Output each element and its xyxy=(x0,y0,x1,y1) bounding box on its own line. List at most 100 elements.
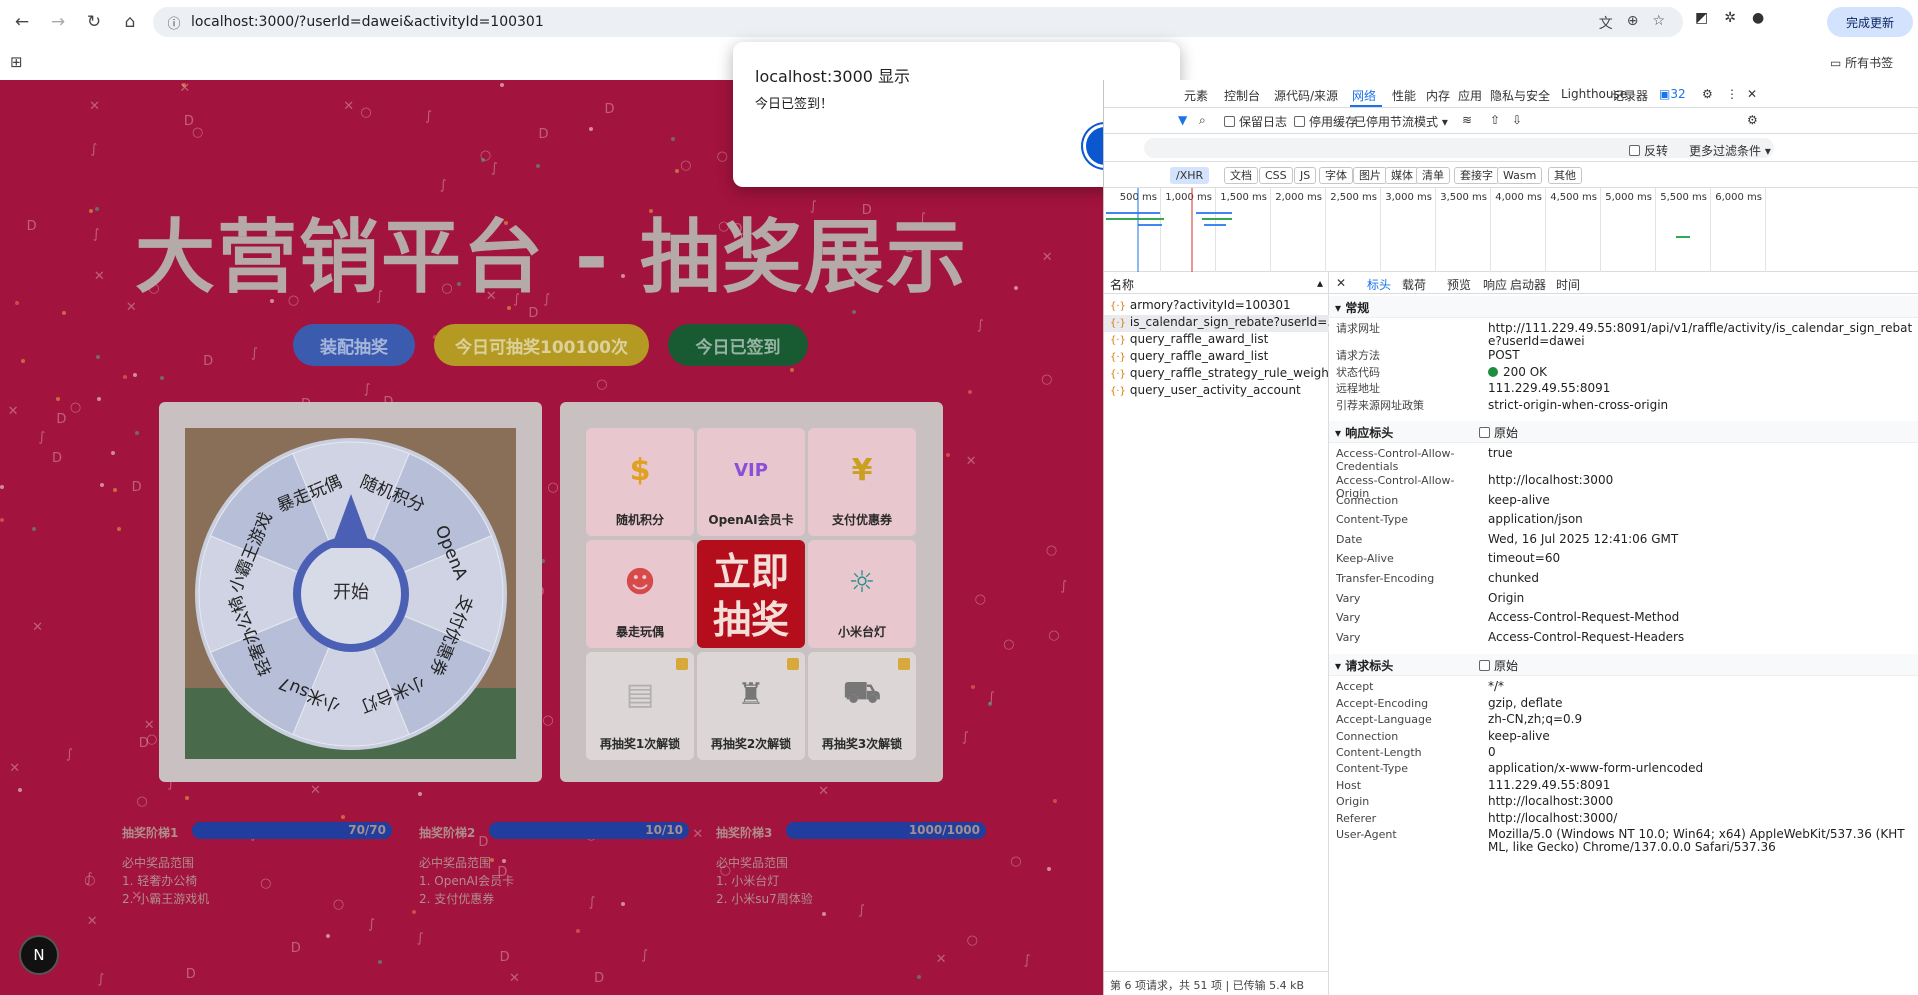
pattern-glyph: D xyxy=(185,967,196,983)
name-column-header[interactable]: 名称 ▴ xyxy=(1104,272,1329,294)
filter-funnel-icon[interactable]: ▼ xyxy=(1178,113,1187,127)
filter-input[interactable] xyxy=(1144,138,1774,158)
devtools-tab[interactable]: 元素 xyxy=(1184,87,1208,104)
header-section[interactable]: ▾ 响应标头 原始 xyxy=(1329,421,1918,443)
type-filter-chip[interactable]: 图片 xyxy=(1353,167,1387,184)
bookmark-star-icon[interactable]: ☆ xyxy=(1652,13,1665,33)
type-filter-chip[interactable]: 其他 xyxy=(1548,167,1582,184)
request-row[interactable]: {·} armory?activityId=100301 xyxy=(1104,298,1329,315)
lock-icon xyxy=(898,658,910,670)
wheel-start-button[interactable]: 开始 xyxy=(316,578,386,608)
detail-tab[interactable]: 响应 xyxy=(1483,276,1507,293)
grid-prize-cell[interactable]: VIP OpenAI会员卡 xyxy=(697,428,805,536)
detail-tab[interactable]: 载荷 xyxy=(1402,276,1426,293)
request-row[interactable]: {·} query_user_activity_account xyxy=(1104,383,1329,400)
type-filter-chip[interactable]: /XHR xyxy=(1170,167,1210,184)
xhr-icon: {·} xyxy=(1110,352,1126,363)
type-filter-chip[interactable]: Wasm xyxy=(1497,167,1543,184)
pattern-dot xyxy=(821,912,826,917)
type-filter-chip[interactable]: CSS xyxy=(1259,167,1293,184)
wifi-icon[interactable]: ≋ xyxy=(1462,113,1472,127)
site-info-icon[interactable]: ⓘ xyxy=(163,7,185,37)
home-icon[interactable]: ⌂ xyxy=(116,8,144,36)
forward-icon[interactable]: → xyxy=(44,8,72,36)
all-bookmarks-button[interactable]: ▭ 所有书签 xyxy=(1830,54,1893,71)
profile-avatar-icon[interactable]: ● xyxy=(1752,10,1764,26)
grid-prize-cell[interactable]: ☻ 暴走玩偶 xyxy=(586,540,694,648)
header-section[interactable]: ▾ 请求标头 原始 xyxy=(1329,654,1918,677)
header-section[interactable]: ▾ 常规 xyxy=(1329,296,1918,318)
disable-cache-checkbox[interactable]: 停用缓存 xyxy=(1294,113,1357,130)
nextjs-dev-badge[interactable]: N xyxy=(19,935,59,975)
raw-checkbox[interactable]: 原始 xyxy=(1479,424,1518,441)
download-icon[interactable]: ⇩ xyxy=(1512,113,1522,127)
request-row[interactable]: {·} query_raffle_award_list xyxy=(1104,349,1329,366)
devtools-tab[interactable]: 网络 xyxy=(1352,87,1376,104)
invert-checkbox[interactable]: 反转 xyxy=(1629,142,1668,159)
url-text[interactable]: localhost:3000/?userId=dawei&activityId=… xyxy=(191,14,544,30)
draw-now-button[interactable]: 立即抽奖 xyxy=(697,540,805,648)
more-menu-icon[interactable]: ⋮ xyxy=(1726,87,1738,101)
detail-tab[interactable]: 启动器 xyxy=(1510,276,1546,293)
devtools-tab[interactable]: 源代码/来源 xyxy=(1274,87,1338,104)
devtools-tab[interactable]: 记录器 xyxy=(1612,87,1648,104)
grid-prize-cell[interactable]: ▤ 再抽奖1次解锁 xyxy=(586,652,694,760)
draw-count-button[interactable]: 今日可抽奖100100次 xyxy=(434,324,649,366)
pattern-glyph: ✕ xyxy=(7,403,19,419)
pattern-glyph: ∫ xyxy=(90,141,98,157)
close-detail-icon[interactable]: ✕ xyxy=(1336,276,1346,290)
detail-tab[interactable]: 预览 xyxy=(1447,276,1471,293)
devtools-tab[interactable]: 性能 xyxy=(1392,87,1416,104)
network-overview-timeline[interactable]: 500 ms 1,000 ms 1,500 ms 2,000 ms 2,500 ms 3,… xyxy=(1104,188,1918,272)
pattern-dot xyxy=(790,367,795,372)
back-icon[interactable]: ← xyxy=(8,8,36,36)
type-filter-chip[interactable]: JS xyxy=(1294,167,1317,184)
request-row[interactable]: {·} query_raffle_strategy_rule_weight xyxy=(1104,366,1329,383)
armory-button[interactable]: 装配抽奖 xyxy=(293,324,415,366)
upload-icon[interactable]: ⇧ xyxy=(1490,113,1500,127)
grid-prize-cell[interactable]: ⛟ 再抽奖3次解锁 xyxy=(808,652,916,760)
more-filters-dropdown[interactable]: 更多过滤条件 ▾ xyxy=(1689,142,1771,159)
pattern-glyph: ∫ xyxy=(1023,952,1031,968)
address-bar[interactable]: ⓘ localhost:3000/?userId=dawei&activityI… xyxy=(153,7,1683,37)
request-row[interactable]: {·} is_calendar_sign_rebate?userId=... xyxy=(1104,315,1329,332)
devtools-tab[interactable]: 内存 xyxy=(1426,87,1450,104)
grid-prize-cell[interactable]: $ 随机积分 xyxy=(586,428,694,536)
search-icon[interactable]: ⌕ xyxy=(1199,113,1206,128)
translate-icon[interactable]: 文 xyxy=(1599,13,1613,33)
type-filter-chip[interactable]: 字体 xyxy=(1319,167,1353,184)
devtools-tab[interactable]: 隐私与安全 xyxy=(1490,87,1550,104)
type-filter-chip[interactable]: 媒体 xyxy=(1385,167,1419,184)
zoom-icon[interactable]: ⊕ xyxy=(1627,13,1639,33)
reload-icon[interactable]: ↻ xyxy=(80,8,108,36)
update-button[interactable]: 完成更新 xyxy=(1827,7,1913,37)
raw-checkbox[interactable]: 原始 xyxy=(1479,657,1518,674)
network-settings-icon[interactable]: ⚙ xyxy=(1747,113,1758,127)
request-row[interactable]: {·} query_raffle_award_list xyxy=(1104,332,1329,349)
type-filter-chip[interactable]: 套接字 xyxy=(1454,167,1499,184)
detail-tab[interactable]: 标头 xyxy=(1367,276,1391,293)
devtools-tab[interactable]: 应用 xyxy=(1458,87,1482,104)
close-devtools-icon[interactable]: ✕ xyxy=(1747,87,1757,101)
header-key: Content-Type xyxy=(1336,513,1408,527)
devtools-tab[interactable]: 控制台 xyxy=(1224,87,1260,104)
settings-gear-icon[interactable]: ⚙ xyxy=(1702,87,1713,101)
detail-tab[interactable]: 时间 xyxy=(1556,276,1580,293)
preserve-log-checkbox[interactable]: 保留日志 xyxy=(1224,113,1287,130)
extension-icon[interactable]: ◩ xyxy=(1695,10,1708,26)
throttle-select[interactable]: 已停用节流模式 ▾ xyxy=(1354,113,1448,130)
grid-prize-cell[interactable]: ¥ 支付优惠券 xyxy=(808,428,916,536)
sign-in-button[interactable]: 今日已签到 xyxy=(668,324,808,366)
type-filter-chip[interactable]: 文档 xyxy=(1224,167,1258,184)
lucky-wheel[interactable]: 随机积分 OpenA 支付优惠券 小米台灯 小米su7 轻奢办公椅 小霸王游戏 暴走玩偶 开始 xyxy=(185,428,516,759)
grid-prize-cell[interactable]: ♜ 再抽奖2次解锁 xyxy=(697,652,805,760)
tier-prize-range: 必中奖品范围 1. 小米台灯 2. 小米su7周体验 xyxy=(716,854,813,908)
type-filter-chip[interactable]: 清单 xyxy=(1416,167,1450,184)
header-key: Accept xyxy=(1336,680,1374,694)
folder-icon: ▭ xyxy=(1830,56,1846,70)
issues-badge[interactable]: ▣32 xyxy=(1659,87,1686,101)
extensions-puzzle-icon[interactable]: ✲ xyxy=(1724,10,1736,26)
grid-prize-cell[interactable]: ☼ 小米台灯 xyxy=(808,540,916,648)
apps-grid-icon[interactable]: ⊞ xyxy=(10,53,23,71)
sort-arrow-icon: ▴ xyxy=(1316,276,1323,290)
